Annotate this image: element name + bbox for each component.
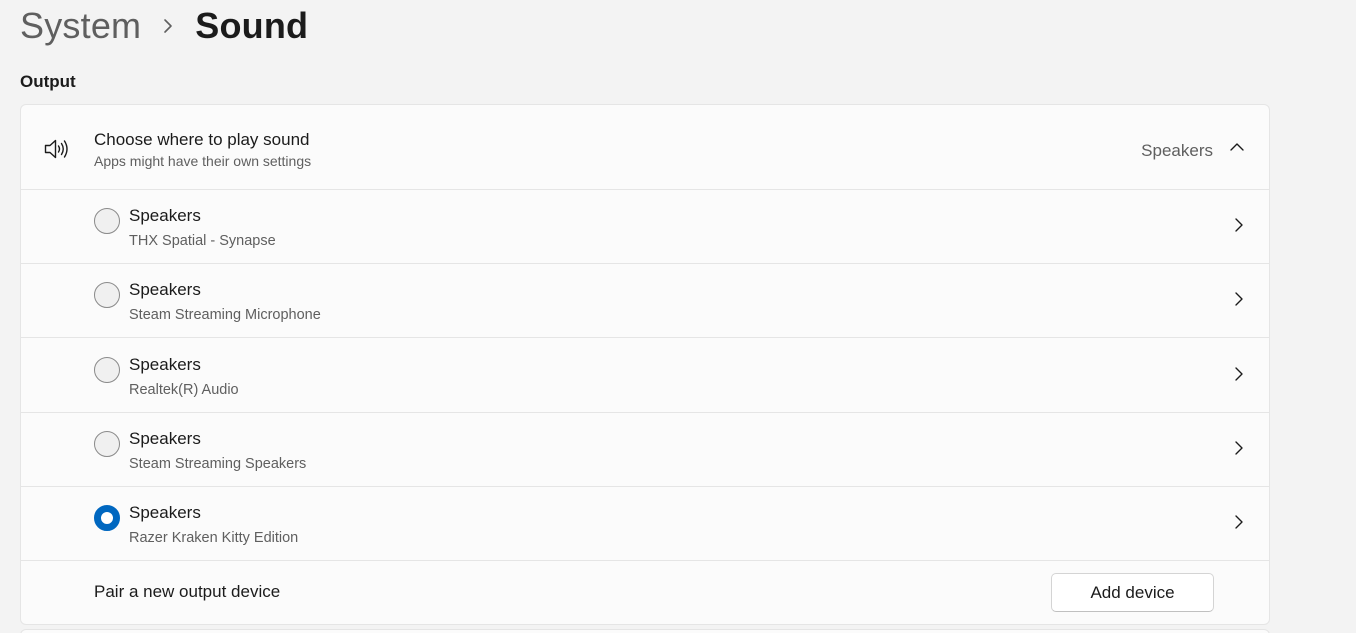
breadcrumb: System Sound — [20, 2, 308, 50]
device-radio[interactable] — [94, 431, 120, 457]
device-name: Speakers — [129, 206, 201, 225]
device-description: Razer Kraken Kitty Edition — [129, 530, 299, 546]
breadcrumb-system-link[interactable]: System — [20, 5, 141, 47]
speaker-icon — [43, 136, 69, 162]
device-description: THX Spatial - Synapse — [129, 233, 276, 249]
device-name: Speakers — [129, 429, 201, 448]
device-name: Speakers — [129, 280, 201, 299]
device-description: Realtek(R) Audio — [129, 382, 239, 398]
device-radio[interactable] — [94, 282, 120, 308]
output-device-row[interactable]: Speakers Razer Kraken Kitty Edition — [21, 487, 1269, 561]
pair-output-device-label: Pair a new output device — [94, 582, 281, 601]
output-device-row[interactable]: Speakers Realtek(R) Audio — [21, 339, 1269, 413]
choose-output-title: Choose where to play sound — [94, 130, 310, 149]
device-description: Steam Streaming Speakers — [129, 456, 307, 472]
choose-output-subtitle: Apps might have their own settings — [94, 153, 312, 169]
chevron-right-icon — [141, 2, 195, 50]
device-radio[interactable] — [94, 208, 120, 234]
device-radio-selected[interactable] — [94, 505, 120, 531]
chevron-right-icon[interactable] — [1231, 215, 1247, 235]
chevron-right-icon[interactable] — [1231, 438, 1247, 458]
device-description: Steam Streaming Microphone — [129, 307, 321, 323]
selected-output-value: Speakers — [1141, 141, 1213, 160]
sound-settings-page: System Sound Output Choose where to play… — [0, 0, 1356, 633]
output-device-row[interactable]: Speakers Steam Streaming Microphone — [21, 264, 1269, 338]
output-device-row[interactable]: Speakers Steam Streaming Speakers — [21, 413, 1269, 487]
chevron-up-icon[interactable] — [1225, 135, 1249, 159]
output-device-row[interactable]: Speakers THX Spatial - Synapse — [21, 190, 1269, 264]
output-device-card: Choose where to play sound Apps might ha… — [20, 104, 1270, 625]
page-title: Sound — [195, 5, 309, 46]
chevron-right-icon[interactable] — [1231, 289, 1247, 309]
chevron-right-icon[interactable] — [1231, 364, 1247, 384]
device-name: Speakers — [129, 355, 201, 374]
device-name: Speakers — [129, 503, 201, 522]
output-section-title: Output — [20, 72, 76, 91]
add-device-button[interactable]: Add device — [1051, 573, 1214, 612]
next-settings-card — [20, 629, 1270, 633]
pair-output-device-row: Pair a new output device Add device — [21, 561, 1269, 624]
chevron-right-icon[interactable] — [1231, 512, 1247, 532]
choose-output-header[interactable]: Choose where to play sound Apps might ha… — [21, 105, 1269, 190]
device-radio[interactable] — [94, 357, 120, 383]
